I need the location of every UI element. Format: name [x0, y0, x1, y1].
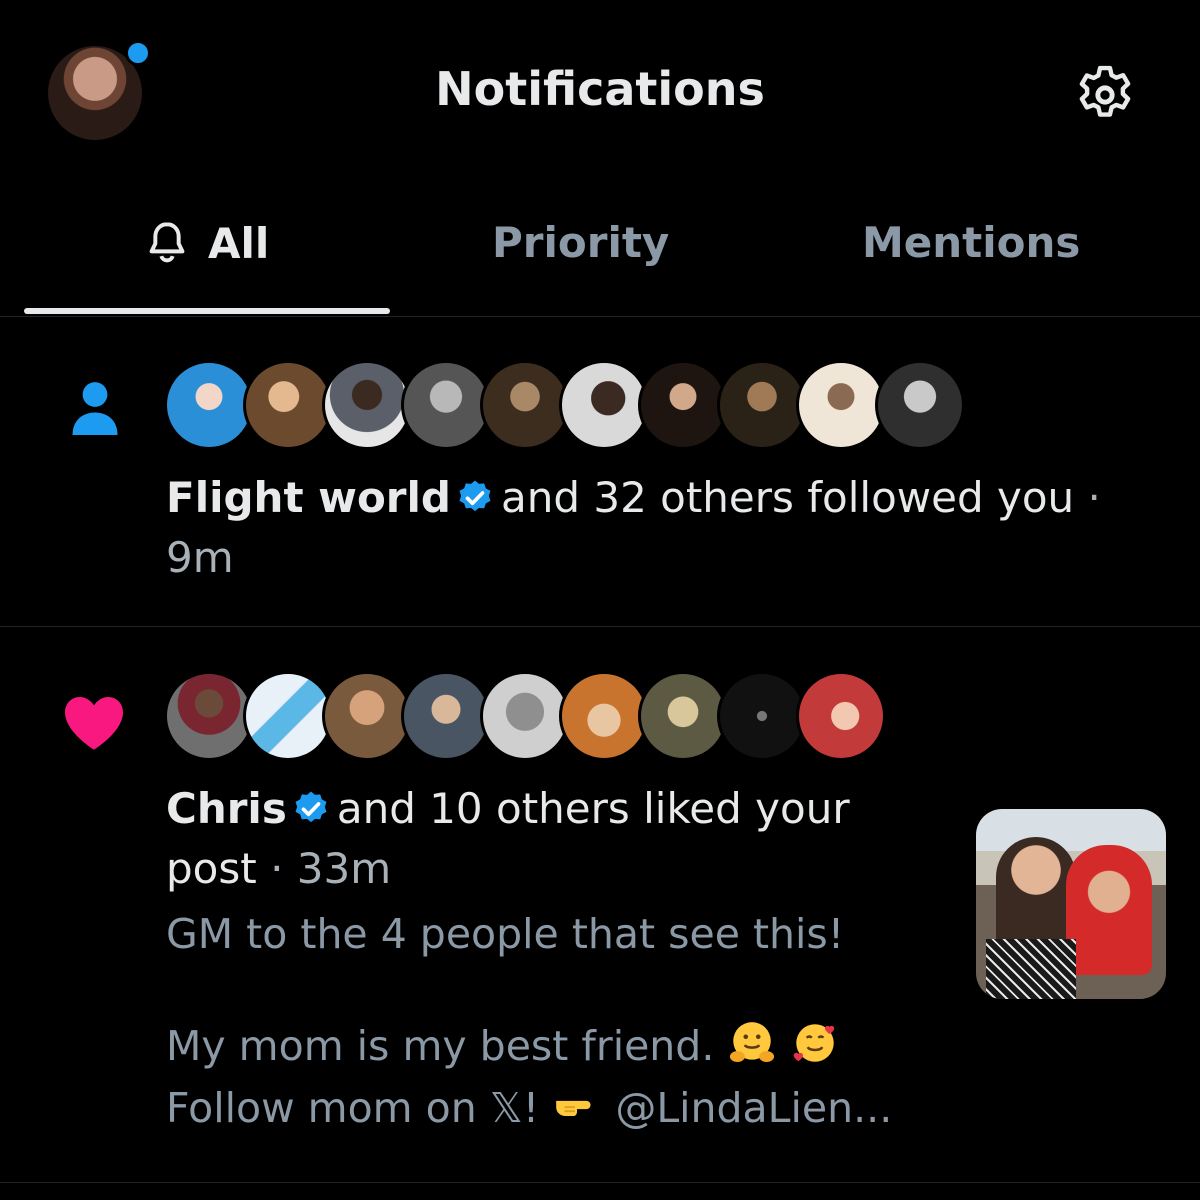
smiling-face-with-hearts-emoji-icon [794, 1024, 835, 1062]
post-text-segment: My mom is my best friend. [166, 1022, 715, 1070]
avatar[interactable] [164, 671, 254, 761]
tab-all[interactable]: All [142, 218, 269, 268]
avatar[interactable] [796, 671, 886, 761]
avatar[interactable] [638, 671, 728, 761]
separator-dot: · [270, 844, 284, 893]
active-tab-indicator [24, 308, 390, 314]
avatar[interactable] [717, 360, 807, 450]
timestamp: 9m [166, 533, 234, 582]
like-notification[interactable]: Chris and 10 others liked your post · 33… [0, 627, 1200, 1183]
avatar[interactable] [322, 671, 412, 761]
backhand-pointing-right-emoji-icon [556, 1100, 591, 1117]
avatar[interactable] [164, 360, 254, 450]
tab-all-label: All [208, 218, 270, 268]
avatar[interactable] [480, 671, 570, 761]
avatar[interactable] [796, 360, 886, 450]
tab-mentions-label: Mentions [862, 218, 1081, 267]
tab-mentions[interactable]: Mentions [862, 218, 1080, 267]
timestamp: 33m [296, 844, 392, 893]
post-text-line: GM to the 4 people that see this! [166, 910, 845, 958]
like-action-text-cont: post [166, 844, 257, 893]
user-name-link[interactable]: Flight world [166, 473, 451, 522]
avatar[interactable] [401, 671, 491, 761]
bell-icon [149, 222, 185, 263]
liker-avatars [164, 671, 886, 761]
post-text-line: My mom is my best friend. [166, 1015, 956, 1077]
person-icon [72, 382, 118, 435]
avatar[interactable] [875, 360, 965, 450]
settings-gear-icon[interactable] [1072, 62, 1138, 128]
follow-action-text: and 32 others followed you [500, 473, 1075, 522]
avatar[interactable] [243, 671, 333, 761]
heart-icon [65, 696, 123, 750]
page-title: Notifications [435, 62, 765, 116]
avatar[interactable] [717, 671, 807, 761]
tab-priority-label: Priority [492, 218, 670, 267]
like-notification-text: Chris and 10 others liked your post · 33… [166, 779, 946, 899]
verified-badge-icon [459, 480, 491, 512]
follower-avatars [164, 360, 965, 450]
avatar[interactable] [480, 360, 570, 450]
avatar[interactable] [638, 360, 728, 450]
avatar[interactable] [559, 671, 649, 761]
avatar[interactable] [243, 360, 333, 450]
post-text-line: Follow mom on 𝕏! @LindaLien... [166, 1077, 956, 1139]
avatar[interactable] [559, 360, 649, 450]
post-text-segment: Follow mom on 𝕏! [166, 1084, 540, 1132]
follow-notification[interactable]: Flight world and 32 others followed you … [0, 316, 1200, 627]
post-media-thumbnail[interactable] [976, 809, 1166, 999]
follow-notification-text: Flight world and 32 others followed you … [166, 468, 1126, 588]
mention-link[interactable]: @LindaLien... [615, 1084, 892, 1132]
like-action-text: and 10 others liked your [336, 784, 850, 833]
avatar[interactable] [401, 360, 491, 450]
separator-dot: · [1087, 473, 1101, 522]
top-header: Notifications [0, 0, 1200, 190]
notification-tabs: All Priority Mentions [0, 190, 1200, 317]
post-preview-text: GM to the 4 people that see this! My mom… [166, 903, 956, 1139]
avatar[interactable] [322, 360, 412, 450]
verified-badge-icon [295, 791, 327, 823]
hugging-face-emoji-icon [730, 1022, 775, 1062]
tab-priority[interactable]: Priority [492, 218, 669, 267]
user-name-link[interactable]: Chris [166, 784, 287, 833]
